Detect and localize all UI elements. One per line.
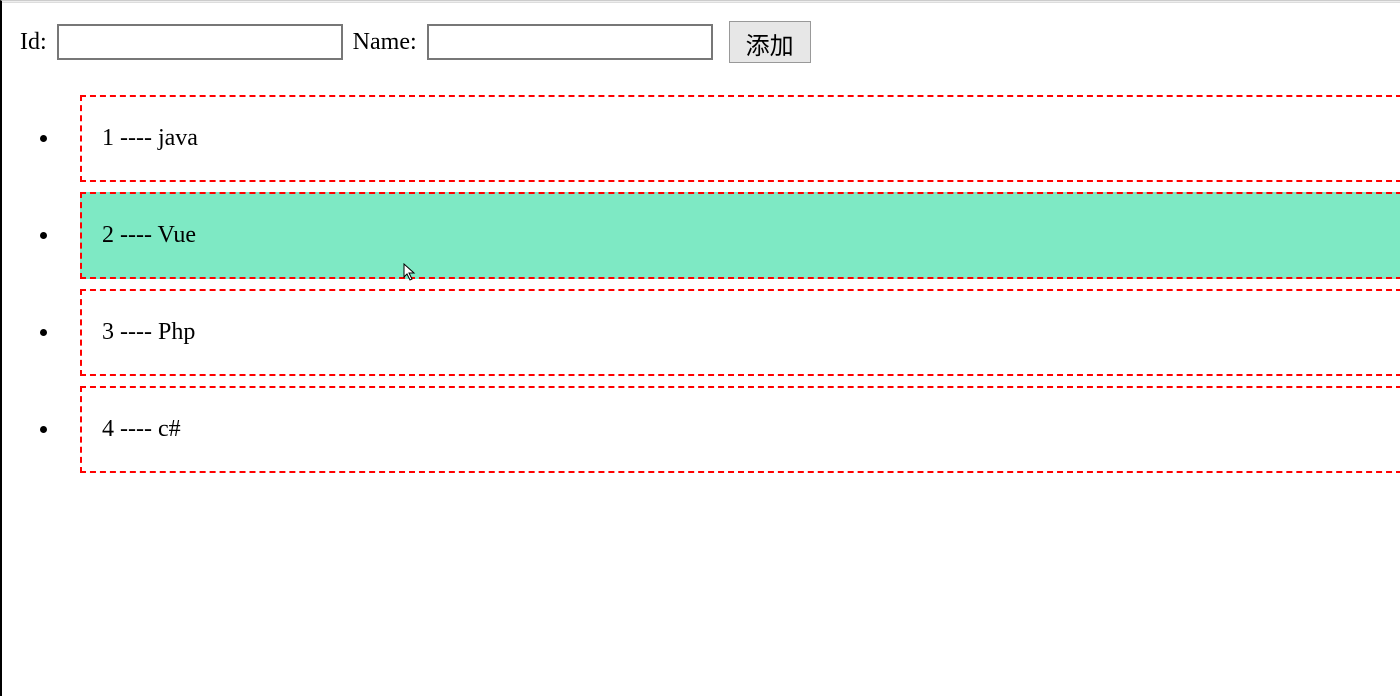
list-item-box[interactable]: 2 ---- Vue xyxy=(80,192,1400,279)
list-item: 1 ---- java xyxy=(60,95,1400,182)
list-item: 3 ---- Php xyxy=(60,289,1400,376)
list-item-text: 1 ---- java xyxy=(102,125,198,151)
item-list: 1 ---- java 2 ---- Vue 3 ---- Php 4 ---- c# xyxy=(2,95,1400,473)
list-item-box[interactable]: 3 ---- Php xyxy=(80,289,1400,376)
list-item-box[interactable]: 4 ---- c# xyxy=(80,386,1400,473)
list-item-box[interactable]: 1 ---- java xyxy=(80,95,1400,182)
id-label: Id: xyxy=(20,29,47,56)
form-row: Id: Name: 添加 xyxy=(2,3,1400,71)
id-input[interactable] xyxy=(57,24,343,60)
list-item: 2 ---- Vue xyxy=(60,192,1400,279)
list-item-text: 3 ---- Php xyxy=(102,319,195,345)
add-button[interactable]: 添加 xyxy=(729,21,811,63)
name-input[interactable] xyxy=(427,24,713,60)
list-item-text: 2 ---- Vue xyxy=(102,222,196,248)
name-label: Name: xyxy=(353,29,417,56)
list-item-text: 4 ---- c# xyxy=(102,416,181,442)
list-item: 4 ---- c# xyxy=(60,386,1400,473)
